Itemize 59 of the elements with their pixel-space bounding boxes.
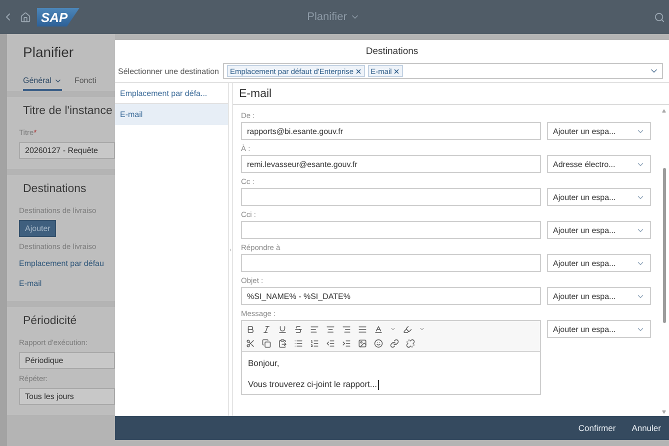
italic-icon[interactable]	[262, 324, 271, 334]
sap-logo: SAP	[37, 8, 80, 26]
numbered-list-icon[interactable]	[310, 338, 319, 348]
footer-button[interactable]: Confirmer	[572, 420, 622, 436]
search-icon[interactable]	[654, 12, 665, 22]
bullet-list-icon[interactable]	[294, 338, 303, 348]
cut-icon[interactable]	[246, 338, 255, 348]
input-field[interactable]: remi.levasseur@esante.gouv.fr	[241, 155, 541, 173]
option-select[interactable]: Ajouter un espa...	[547, 254, 651, 272]
paste-icon[interactable]	[278, 338, 287, 348]
section-heading: Périodicité	[23, 315, 78, 327]
section-heading: Titre de l'instance	[23, 105, 114, 117]
footer-button[interactable]: Annuler	[626, 420, 667, 436]
copy-icon[interactable]	[262, 338, 271, 348]
option-select[interactable]: Ajouter un espa...	[547, 287, 651, 305]
input-field[interactable]: rapports@bi.esante.gouv.fr	[241, 122, 541, 140]
page-title: Planifier	[23, 44, 75, 60]
destination-link[interactable]: E-mail	[19, 279, 115, 288]
align-center-icon[interactable]	[326, 324, 335, 334]
select-field[interactable]: Tous les jours	[19, 388, 115, 405]
list-item[interactable]: E-mail	[115, 104, 228, 125]
section-heading: Destinations	[23, 183, 88, 195]
bold-icon[interactable]	[246, 324, 255, 334]
underline-icon[interactable]	[278, 324, 287, 334]
outdent-icon[interactable]	[326, 338, 335, 348]
unlink-icon[interactable]	[406, 338, 415, 348]
text-color-icon[interactable]	[374, 324, 383, 334]
input-field[interactable]	[241, 221, 541, 239]
align-right-icon[interactable]	[342, 324, 351, 334]
align-left-icon[interactable]	[310, 324, 319, 334]
input-field[interactable]: 20260127 - Requête	[19, 142, 115, 159]
image-icon[interactable]	[358, 338, 367, 348]
option-select[interactable]: Ajouter un espa...	[547, 122, 651, 140]
option-select[interactable]: Ajouter un espa...	[547, 188, 651, 206]
tab[interactable]: Général	[23, 76, 62, 91]
scrollbar-thumb[interactable]	[662, 168, 666, 323]
input-field[interactable]: %SI_NAME% - %SI_DATE%	[241, 287, 541, 305]
close-icon[interactable]	[354, 68, 362, 74]
dialog-title: Destinations	[364, 44, 420, 58]
input-field[interactable]	[241, 254, 541, 272]
panel-title: E-mail	[233, 83, 669, 105]
home-icon[interactable]	[20, 12, 31, 22]
tab[interactable]: Foncti	[74, 76, 96, 91]
align-justify-icon[interactable]	[358, 324, 367, 334]
select-field[interactable]: Périodique	[19, 352, 115, 369]
option-select[interactable]: Ajouter un espa...	[547, 320, 651, 338]
close-icon[interactable]	[392, 68, 400, 74]
option-select[interactable]: Ajouter un espa...	[547, 221, 651, 239]
text-cursor	[378, 380, 379, 390]
option-select[interactable]: Adresse électro...	[547, 155, 651, 173]
smiley-icon[interactable]	[374, 338, 383, 348]
destination-link[interactable]: Emplacement par défau	[19, 259, 115, 268]
input-field[interactable]	[241, 188, 541, 206]
field-label: Sélectionner une destination	[118, 66, 219, 76]
message-field[interactable]: Bonjour, Vous trouverez ci-joint le rapport...	[242, 352, 540, 394]
link-icon[interactable]	[390, 338, 399, 348]
strikethrough-icon[interactable]	[294, 324, 303, 334]
indent-icon[interactable]	[342, 338, 351, 348]
highlight-icon[interactable]	[403, 324, 412, 334]
